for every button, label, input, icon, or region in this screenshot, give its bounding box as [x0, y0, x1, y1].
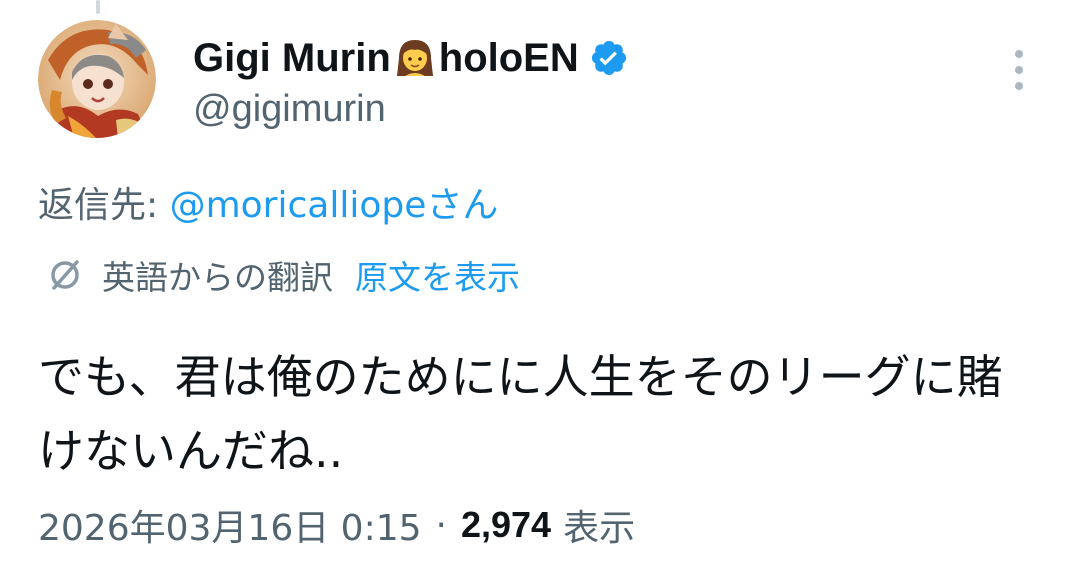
meta-separator: ·: [435, 504, 447, 546]
view-count-label[interactable]: 表示: [563, 499, 635, 551]
tweet-meta: 2026年03月16日 0:15 · 2,974 表示: [38, 500, 635, 550]
translation-label: 英語からの翻訳: [102, 258, 333, 297]
tweet-detail: Gigi Murin holoEN @gigimurin 返信先: @moric…: [0, 0, 1080, 583]
more-dot-icon: [1015, 82, 1023, 90]
more-dot-icon: [1015, 50, 1023, 58]
translation-notice: 英語からの翻訳 原文を表示: [46, 252, 520, 298]
author-name-row[interactable]: Gigi Murin holoEN: [193, 30, 629, 86]
view-count[interactable]: 2,974: [461, 504, 551, 546]
globe-icon: [46, 256, 84, 294]
thread-connector-line: [96, 0, 100, 14]
show-original-link[interactable]: 原文を表示: [355, 251, 520, 299]
display-name[interactable]: Gigi Murin: [193, 36, 391, 81]
avatar[interactable]: [38, 20, 156, 138]
author-handle[interactable]: @gigimurin: [193, 88, 386, 131]
reply-to-mention-link[interactable]: @moricalliopeさん: [170, 185, 499, 226]
mention-handle[interactable]: @moricalliope: [170, 185, 427, 226]
display-name-suffix[interactable]: holoEN: [439, 36, 579, 81]
reply-to-line: 返信先: @moricalliopeさん: [38, 176, 498, 228]
timestamp-link[interactable]: 2026年03月16日 0:15: [38, 499, 422, 551]
more-options-button[interactable]: [1004, 50, 1034, 90]
tweet-text: でも、君は俺のためにに人生をそのリーグに賭けないんだね..: [38, 350, 1003, 478]
mention-honorific[interactable]: さん: [426, 185, 498, 226]
woman-emoji-icon: [393, 36, 437, 80]
more-dot-icon: [1015, 66, 1023, 74]
reply-to-prefix: 返信先:: [38, 185, 170, 226]
verified-badge-icon[interactable]: [589, 38, 629, 78]
